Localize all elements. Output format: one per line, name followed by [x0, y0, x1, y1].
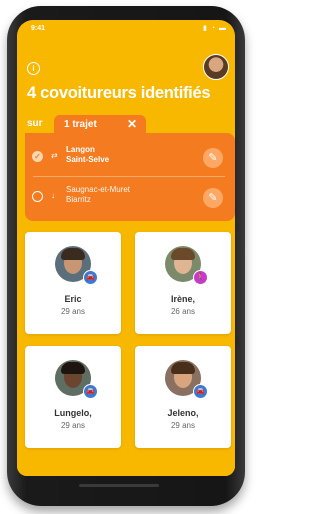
pencil-icon[interactable]: ✎ [203, 188, 223, 208]
tab-active-label: 1 trajet [64, 119, 97, 130]
carpooler-card[interactable]: 🚘 Eric 29 ans [25, 232, 121, 334]
carpooler-age: 29 ans [60, 307, 86, 316]
carpooler-name: Lungelo, [54, 408, 92, 418]
car-icon: 🚘 [83, 384, 98, 399]
checked-icon[interactable]: ✓ [32, 151, 43, 162]
carpooler-age: 29 ans [60, 421, 86, 430]
walk-icon: 🚶 [193, 270, 208, 285]
carpooler-card[interactable]: 🚶 Irène, 26 ans [135, 232, 231, 334]
swap-icon: ⇄ [51, 151, 58, 160]
status-time: 9:41 [31, 25, 46, 32]
tab-active[interactable]: 1 trajet ✕ [54, 115, 146, 133]
app-screen: 9:41 ▮ ◔ ▬ i 4 covoitureurs identifiés s… [17, 20, 235, 476]
trip-places: Saugnac-et-Muret Biarritz [66, 185, 130, 205]
profile-avatar[interactable] [203, 54, 229, 80]
page-title: 4 covoitureurs identifiés [27, 84, 211, 102]
arrow-down-icon: ↓ [51, 191, 55, 200]
trip-from: Saugnac-et-Muret [66, 185, 131, 194]
tab-previous[interactable]: sur [27, 118, 43, 129]
status-bar: 9:41 ▮ ◔ ▬ [27, 23, 227, 35]
carpooler-age: 26 ans [170, 307, 196, 316]
trip-to: Saint-Selve [66, 155, 110, 164]
trip-places: Langon Saint-Selve [66, 145, 109, 165]
carpooler-card[interactable]: 🚘 Jeleno, 29 ans [135, 346, 231, 448]
divider [33, 176, 225, 177]
home-indicator [79, 484, 159, 487]
trip-from: Langon [66, 145, 95, 154]
carpooler-age: 29 ans [170, 421, 196, 430]
car-icon: 🚘 [193, 384, 208, 399]
trip-row[interactable]: ✓ ⇄ Langon Saint-Selve ✎ [25, 139, 235, 177]
close-icon[interactable]: ✕ [127, 117, 137, 131]
unchecked-icon[interactable] [32, 191, 43, 202]
trip-tabs: sur 1 trajet ✕ [17, 115, 235, 133]
carpooler-name: Eric [64, 294, 82, 304]
carpooler-grid: 🚘 Eric 29 ans 🚶 Irène, 26 ans 🚘 Lungelo,… [25, 232, 231, 462]
trip-row[interactable]: ↓ Saugnac-et-Muret Biarritz ✎ [25, 179, 235, 217]
trip-card: ✓ ⇄ Langon Saint-Selve ✎ ↓ Saugnac-et-Mu… [25, 133, 235, 221]
status-icons: ▮ ◔ ▬ [203, 25, 227, 32]
info-icon[interactable]: i [27, 62, 40, 75]
pencil-icon[interactable]: ✎ [203, 148, 223, 168]
carpooler-name: Irène, [170, 294, 195, 304]
carpooler-name: Jeleno, [167, 408, 199, 418]
bottom-strip [17, 466, 235, 476]
car-icon: 🚘 [83, 270, 98, 285]
carpooler-card[interactable]: 🚘 Lungelo, 29 ans [25, 346, 121, 448]
trip-to: Biarritz [66, 195, 91, 204]
